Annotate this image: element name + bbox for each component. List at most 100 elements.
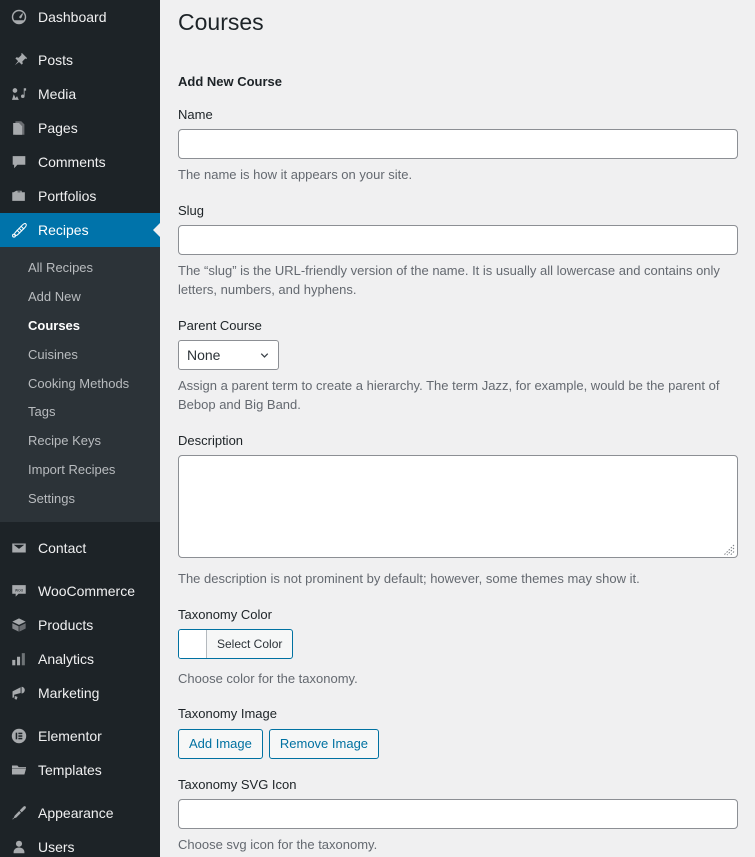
taxonomy-image-button-row: Add Image Remove Image: [178, 728, 755, 759]
submenu-item-add-new[interactable]: Add New: [0, 283, 160, 312]
description-textarea-wrap: [178, 455, 738, 559]
sidebar-item-label: Products: [38, 617, 94, 634]
sidebar-item-media[interactable]: Media: [0, 77, 160, 111]
sidebar-item-label: Dashboard: [38, 9, 107, 25]
taxonomy-image-field-group: Taxonomy Image Add Image Remove Image: [178, 705, 755, 759]
submenu-item-settings[interactable]: Settings: [0, 485, 160, 514]
elementor-icon: [9, 726, 29, 746]
color-swatch: [179, 629, 207, 658]
remove-image-button[interactable]: Remove Image: [268, 728, 380, 759]
submenu-item-import-recipes[interactable]: Import Recipes: [0, 456, 160, 485]
sidebar-item-woocommerce[interactable]: woo WooCommerce: [0, 574, 160, 608]
sidebar-item-products[interactable]: Products: [0, 608, 160, 642]
sidebar-item-label: Media: [38, 86, 77, 102]
slug-label: Slug: [178, 202, 205, 218]
taxonomy-image-label: Taxonomy Image: [178, 706, 277, 722]
bar-chart-icon: [9, 649, 29, 669]
folder-icon: [9, 760, 29, 780]
sidebar-item-label: Recipes: [38, 222, 89, 238]
sidebar-item-appearance[interactable]: Appearance: [0, 796, 160, 830]
select-color-button[interactable]: Select Color: [178, 628, 294, 659]
sidebar-item-elementor[interactable]: Elementor: [0, 719, 160, 753]
name-label: Name: [178, 106, 213, 122]
pages-icon: [9, 118, 29, 138]
submenu-item-courses[interactable]: Courses: [0, 312, 160, 341]
sidebar-item-label: Comments: [38, 154, 106, 170]
sidebar-item-label: Appearance: [38, 805, 114, 822]
sidebar-item-label: Templates: [38, 762, 102, 779]
slug-help-text: The “slug” is the URL-friendly version o…: [178, 262, 720, 298]
sidebar-item-label: Users: [38, 839, 75, 856]
sidebar-item-marketing[interactable]: Marketing: [0, 676, 160, 710]
sidebar-item-posts[interactable]: Posts: [0, 43, 160, 77]
wordpress-admin-screen: Dashboard Posts Media Pages Comments Por…: [0, 0, 755, 857]
sidebar-item-label: Contact: [38, 540, 87, 557]
sidebar-item-analytics[interactable]: Analytics: [0, 642, 160, 676]
sidebar-item-users[interactable]: Users: [0, 830, 160, 857]
paintbrush-icon: [9, 803, 29, 823]
whisk-icon: [9, 220, 29, 240]
taxonomy-svg-field-group: Taxonomy SVG Icon Choose svg icon for th…: [178, 776, 755, 855]
taxonomy-color-field-group: Taxonomy Color Select Color Choose color…: [178, 606, 755, 689]
sidebar-item-label: Pages: [38, 120, 78, 136]
sidebar-item-label: Portfolios: [38, 188, 97, 204]
description-field-group: Description The description is not promi…: [178, 432, 755, 589]
submenu-item-tags[interactable]: Tags: [0, 398, 160, 427]
sidebar-item-label: Marketing: [38, 685, 100, 702]
taxonomy-svg-help-text: Choose svg icon for the taxonomy.: [178, 836, 378, 852]
woocommerce-icon: woo: [9, 581, 29, 601]
submenu-item-all-recipes[interactable]: All Recipes: [0, 254, 160, 283]
description-textarea[interactable]: [178, 455, 738, 559]
taxonomy-svg-input[interactable]: [178, 798, 738, 829]
taxonomy-color-help-text: Choose color for the taxonomy.: [178, 670, 358, 686]
sidebar-item-pages[interactable]: Pages: [0, 111, 160, 145]
select-color-label: Select Color: [217, 636, 283, 651]
parent-course-label: Parent Course: [178, 317, 262, 333]
comment-icon: [9, 152, 29, 172]
menu-separator: [0, 787, 160, 796]
add-new-course-heading: Add New Course: [178, 73, 283, 89]
user-icon: [9, 837, 29, 857]
active-menu-arrow: [153, 222, 160, 238]
sidebar-item-label: Posts: [38, 52, 74, 68]
menu-separator: [0, 710, 160, 719]
sidebar-item-comments[interactable]: Comments: [0, 145, 160, 179]
name-help-text: The name is how it appears on your site.: [178, 167, 413, 183]
admin-sidebar-menu: Dashboard Posts Media Pages Comments Por…: [0, 0, 160, 857]
description-help-text: The description is not prominent by defa…: [178, 571, 640, 587]
recipes-submenu: All Recipes Add New Courses Cuisines Coo…: [0, 247, 160, 523]
submenu-item-cooking-methods[interactable]: Cooking Methods: [0, 370, 160, 399]
sidebar-item-templates[interactable]: Templates: [0, 753, 160, 787]
svg-text:woo: woo: [15, 587, 24, 592]
parent-course-select[interactable]: None: [178, 339, 279, 370]
description-label: Description: [178, 432, 244, 448]
sidebar-item-label: Elementor: [38, 728, 102, 745]
name-input[interactable]: [178, 129, 738, 160]
sidebar-item-label: WooCommerce: [38, 583, 135, 600]
sidebar-item-portfolios[interactable]: Portfolios: [0, 179, 160, 213]
menu-separator: [0, 522, 160, 531]
sidebar-item-dashboard[interactable]: Dashboard: [0, 0, 160, 34]
taxonomy-svg-label: Taxonomy SVG Icon: [178, 776, 297, 792]
parent-course-select-wrap: None: [178, 339, 279, 370]
sidebar-item-recipes[interactable]: Recipes: [0, 213, 160, 247]
sidebar-item-label: Analytics: [38, 651, 95, 668]
portfolio-icon: [9, 186, 29, 206]
box-icon: [9, 615, 29, 635]
media-icon: [9, 84, 29, 104]
envelope-icon: [9, 538, 29, 558]
sidebar-item-contact[interactable]: Contact: [0, 531, 160, 565]
taxonomy-color-label: Taxonomy Color: [178, 606, 272, 622]
main-content: Courses Add New Course Name The name is …: [160, 0, 755, 857]
add-image-button[interactable]: Add Image: [178, 728, 263, 759]
submenu-item-cuisines[interactable]: Cuisines: [0, 341, 160, 370]
slug-input[interactable]: [178, 224, 738, 255]
submenu-item-recipe-keys[interactable]: Recipe Keys: [0, 427, 160, 456]
menu-separator: [0, 565, 160, 574]
slug-field-group: Slug The “slug” is the URL-friendly vers…: [178, 202, 755, 300]
page-title: Courses: [178, 9, 264, 35]
pin-icon: [9, 50, 29, 70]
menu-separator: [0, 34, 160, 43]
parent-course-field-group: Parent Course None Assign a parent term …: [178, 317, 755, 415]
name-field-group: Name The name is how it appears on your …: [178, 106, 755, 185]
